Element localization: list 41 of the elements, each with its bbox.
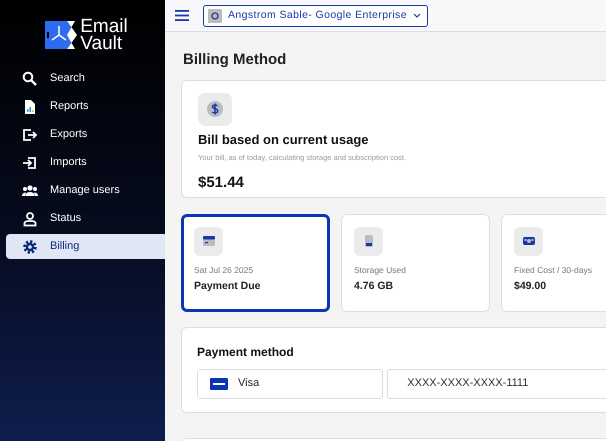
logo-text: Email: [80, 18, 128, 35]
bill-title: Bill based on current usage: [198, 130, 370, 149]
stat-value: $49.00: [514, 279, 548, 294]
sidebar-item[interactable]: Status: [6, 206, 165, 231]
sidebar-item[interactable]: Manage users: [6, 178, 165, 203]
money-icon: [514, 226, 543, 256]
page-title: Billing Method: [183, 50, 288, 70]
card-brand-field[interactable]: Visa: [197, 368, 384, 398]
search-icon: [22, 70, 38, 86]
stat-card[interactable]: Sat Jul 26 2025 Payment Due: [181, 214, 330, 312]
dollar-icon: [198, 92, 232, 126]
database-icon: [354, 226, 383, 256]
account-dropdown[interactable]: Angstrom Sable- Google Enterprise: [203, 4, 428, 26]
users-icon: [22, 182, 38, 198]
card-number-field[interactable]: XXXX-XXXX-XXXX-1111: [387, 368, 606, 398]
document-icon: [22, 98, 38, 114]
stat-value: Payment Due: [194, 279, 262, 294]
user-icon: [22, 210, 38, 226]
stat-value: 4.76 GB: [354, 279, 394, 294]
avatar-icon: [208, 8, 222, 22]
stat-card[interactable]: Fixed Cost / 30-days $49.00: [501, 214, 606, 312]
sidebar-item[interactable]: Billing: [6, 234, 165, 259]
stat-caption: Fixed Cost / 30-days: [514, 264, 593, 276]
menu-icon[interactable]: [175, 10, 189, 21]
caret-icon: [412, 13, 421, 18]
sidebar-item[interactable]: Exports: [6, 122, 165, 147]
stat-caption: Sat Jul 26 2025: [194, 264, 254, 276]
card-icon: [210, 378, 228, 390]
stat-caption: Storage Used: [354, 264, 407, 276]
settings-icon: [22, 238, 38, 254]
stat-card[interactable]: Storage Used 4.76 GB: [341, 214, 490, 312]
sidebar-item[interactable]: Imports: [6, 150, 165, 175]
import-icon: [22, 154, 38, 170]
logo-icon: [45, 21, 78, 49]
sidebar-item[interactable]: Reports: [6, 94, 165, 119]
section-title: Payment method: [197, 344, 295, 360]
bill-amount: $51.44: [198, 173, 245, 194]
logo-text: Vault: [80, 35, 124, 52]
export-icon: [22, 126, 38, 142]
sidebar-item[interactable]: Search: [6, 66, 165, 91]
calendar-icon: [194, 226, 223, 256]
